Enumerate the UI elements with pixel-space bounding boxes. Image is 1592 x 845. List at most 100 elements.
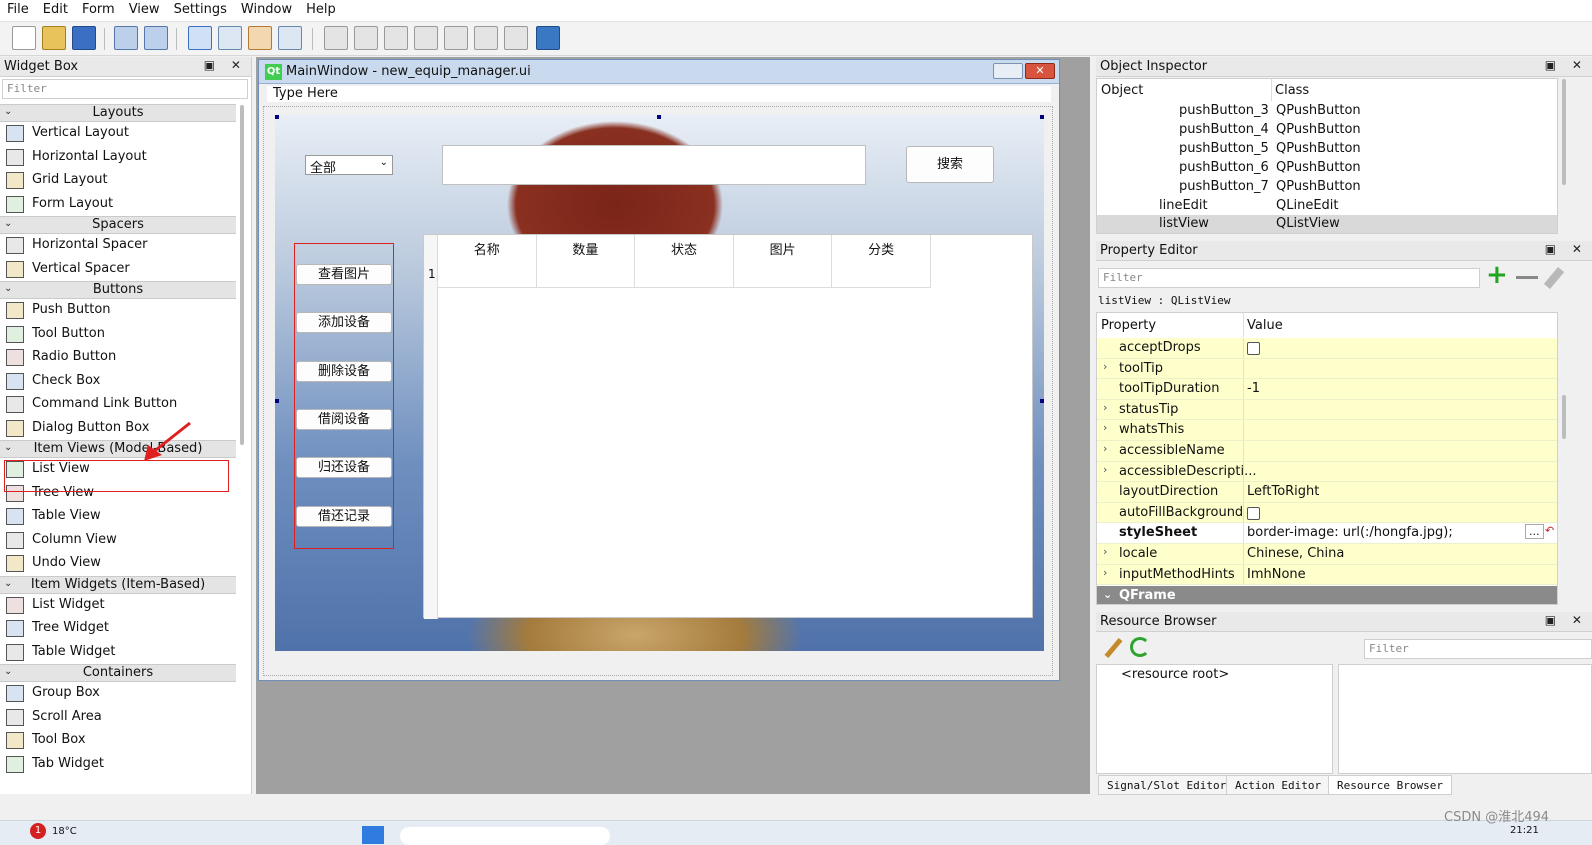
configure-wrench-icon[interactable] — [1543, 267, 1565, 289]
widget-box-scrollbar[interactable] — [240, 105, 244, 445]
edit-widgets-icon[interactable] — [188, 26, 212, 50]
side-button[interactable]: 借阅设备 — [296, 408, 392, 430]
chevron-right-icon[interactable]: › — [1103, 442, 1107, 455]
remove-property-icon[interactable] — [1516, 276, 1538, 279]
object-row[interactable]: lineEdit QLineEdit — [1097, 197, 1557, 216]
dock-float-close-icon[interactable]: ▣ ✕ — [1545, 242, 1588, 256]
property-value[interactable]: ImhNone — [1247, 567, 1306, 582]
object-row[interactable]: pushButton_6 QPushButton — [1097, 159, 1557, 178]
property-row[interactable]: › inputMethodHints ImhNone — [1097, 564, 1557, 586]
object-row[interactable]: pushButton_5 QPushButton — [1097, 140, 1557, 159]
widget-item[interactable]: Vertical Spacer — [0, 258, 236, 282]
category-1[interactable]: ⌄ Spacers — [0, 216, 236, 234]
widget-item[interactable]: Dialog Button Box — [0, 417, 236, 441]
widget-item[interactable]: List Widget — [0, 594, 236, 618]
table-header-cell[interactable]: 状态 — [635, 235, 734, 288]
section-qframe[interactable]: ⌄ QFrame — [1097, 586, 1557, 604]
chevron-right-icon[interactable]: › — [1103, 463, 1107, 476]
widget-item[interactable]: Tab Widget — [0, 753, 236, 777]
edit-stylesheet-button[interactable]: ... — [1525, 524, 1544, 540]
widget-item[interactable]: Undo View — [0, 552, 236, 576]
chevron-right-icon[interactable]: › — [1103, 566, 1107, 579]
adjust-size-icon[interactable] — [536, 26, 560, 50]
side-button[interactable]: 删除设备 — [296, 360, 392, 382]
widget-item[interactable]: Radio Button — [0, 346, 236, 370]
cascade-icon[interactable] — [114, 26, 138, 50]
object-inspector-scrollbar[interactable] — [1562, 79, 1566, 185]
menu-help[interactable]: Help — [299, 0, 343, 17]
taskbar-search[interactable] — [400, 827, 610, 845]
resource-file-list[interactable] — [1338, 664, 1592, 774]
side-button[interactable]: 借还记录 — [296, 505, 392, 527]
layout-horizontal-icon[interactable] — [324, 26, 348, 50]
resource-filter[interactable]: Filter — [1364, 639, 1592, 659]
dock-float-close-icon[interactable]: ▣ ✕ — [1545, 58, 1588, 72]
side-button[interactable]: 归还设备 — [296, 457, 392, 479]
layout-form-icon[interactable] — [474, 26, 498, 50]
object-inspector-tree[interactable]: Object Class pushButton_3 QPushButton push… — [1096, 78, 1558, 234]
resource-root[interactable]: <resource root> — [1121, 667, 1229, 682]
reset-icon[interactable]: ↶ — [1545, 524, 1554, 537]
chevron-right-icon[interactable]: › — [1103, 545, 1107, 558]
property-value[interactable]: -1 — [1247, 381, 1260, 396]
side-button[interactable]: 查看图片 — [296, 264, 392, 285]
equipment-table[interactable]: 1 名称 数量 状态 图片 分类 — [423, 234, 1033, 619]
table-header-cell[interactable]: 图片 — [733, 235, 833, 288]
notification-badge[interactable]: 1 — [30, 823, 46, 839]
handle-l[interactable] — [275, 399, 279, 403]
property-row[interactable]: › whatsThis — [1097, 420, 1557, 441]
table-header-cell[interactable]: 数量 — [536, 235, 636, 288]
object-row[interactable]: pushButton_3 QPushButton — [1097, 102, 1557, 121]
layout-splitter-h-icon[interactable] — [384, 26, 408, 50]
add-property-icon[interactable]: + — [1486, 262, 1510, 288]
category-2[interactable]: ⌄ Buttons — [0, 281, 236, 299]
side-button[interactable]: 添加设备 — [296, 312, 392, 334]
chevron-right-icon[interactable]: › — [1103, 401, 1107, 414]
minimize-icon[interactable] — [993, 63, 1023, 79]
property-row[interactable]: layoutDirection LeftToRight — [1097, 482, 1557, 503]
widget-item[interactable]: Tree Widget — [0, 617, 236, 641]
widget-item[interactable]: Push Button — [0, 299, 236, 323]
handle-r[interactable] — [1040, 399, 1044, 403]
menu-settings[interactable]: Settings — [167, 0, 234, 17]
property-editor-scrollbar[interactable] — [1562, 395, 1566, 439]
tab-action-editor[interactable]: Action Editor — [1226, 775, 1331, 795]
weather-temperature[interactable]: 18°C — [52, 826, 77, 837]
property-value[interactable]: LeftToRight — [1247, 484, 1319, 499]
property-row[interactable]: › toolTip — [1097, 358, 1557, 380]
resource-tree[interactable]: <resource root> — [1096, 664, 1333, 774]
category-4[interactable]: ⌄ Item Widgets (Item-Based) — [0, 575, 236, 594]
widget-item[interactable]: Tool Button — [0, 323, 236, 347]
category-0[interactable]: ⌄ Layouts — [0, 104, 236, 122]
widget-item[interactable]: Horizontal Layout — [0, 146, 236, 170]
open-folder-icon[interactable] — [42, 26, 66, 50]
table-header-cell[interactable]: 名称 — [438, 235, 537, 288]
search-input[interactable] — [442, 145, 866, 185]
property-table[interactable]: Property Value acceptDrops › toolTip toolTi… — [1096, 312, 1558, 605]
menu-view[interactable]: View — [122, 0, 167, 17]
property-value[interactable]: border-image: url(:/hongfa.jpg); — [1247, 525, 1453, 540]
widget-item[interactable]: Tool Box — [0, 729, 236, 753]
widget-item[interactable]: Vertical Layout — [0, 122, 236, 146]
layout-grid-icon[interactable] — [444, 26, 468, 50]
category-5[interactable]: ⌄ Containers — [0, 664, 236, 682]
property-row[interactable]: › accessibleName — [1097, 441, 1557, 462]
tile-icon[interactable] — [144, 26, 168, 50]
menu-window[interactable]: Window — [234, 0, 299, 17]
edit-buddies-icon[interactable] — [248, 26, 272, 50]
close-icon[interactable]: ✕ — [1025, 63, 1055, 79]
save-icon[interactable] — [72, 26, 96, 50]
property-row[interactable]: toolTipDuration -1 — [1097, 379, 1557, 400]
widget-item[interactable]: Command Link Button — [0, 393, 236, 417]
chevron-right-icon[interactable]: › — [1103, 421, 1107, 434]
layout-splitter-v-icon[interactable] — [414, 26, 438, 50]
widget-item[interactable]: Table Widget — [0, 641, 236, 665]
dock-float-close-icon[interactable]: ▣ ✕ — [1545, 613, 1588, 627]
property-row[interactable]: styleSheet border-image: url(:/hongfa.jpg… — [1097, 523, 1557, 544]
handle-tl[interactable] — [275, 115, 279, 119]
widget-item[interactable]: Table View — [0, 505, 236, 529]
reload-icon[interactable] — [1130, 637, 1150, 657]
property-checkbox[interactable] — [1247, 506, 1260, 520]
property-checkbox[interactable] — [1247, 342, 1260, 355]
widget-item[interactable]: Scroll Area — [0, 706, 236, 730]
